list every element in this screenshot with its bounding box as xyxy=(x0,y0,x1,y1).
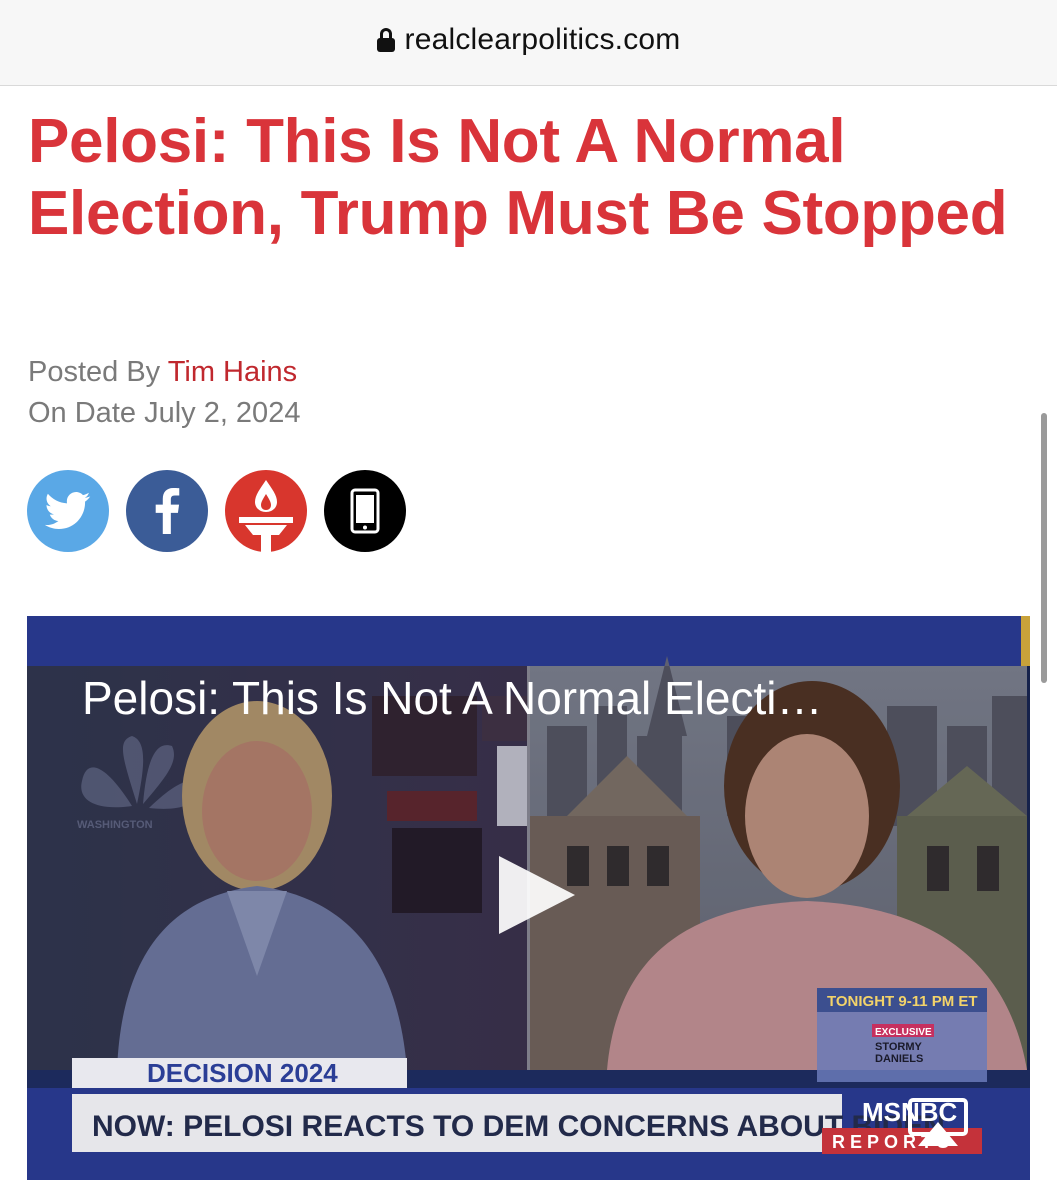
article-headline: Pelosi: This Is Not A Normal Election, T… xyxy=(28,107,1008,248)
posted-by-label: Posted By xyxy=(28,356,161,388)
chyron-headline: NOW: PELOSI REACTS TO DEM CONCERNS ABOUT… xyxy=(92,1110,945,1143)
article-byline: Posted By Tim Hains On Date July 2, 2024 xyxy=(28,352,300,434)
share-facebook-button[interactable] xyxy=(126,470,208,552)
video-frame: WASHINGTON TONIGHT 9-11 PM ET EXCLUSIVE … xyxy=(27,616,1030,1180)
mobile-phone-icon xyxy=(350,488,380,534)
facebook-f-icon xyxy=(155,488,180,534)
browser-address-bar[interactable]: realclearpolitics.com xyxy=(0,0,1057,86)
posted-by-line: Posted By Tim Hains xyxy=(28,352,300,393)
share-mobile-button[interactable] xyxy=(324,470,406,552)
video-title: Pelosi: This Is Not A Normal Electi… xyxy=(82,672,823,724)
promo-badge: EXCLUSIVE xyxy=(875,1027,932,1038)
promo-name-2: DANIELS xyxy=(875,1053,923,1065)
scrollbar-thumb[interactable] xyxy=(1041,413,1047,683)
url-display[interactable]: realclearpolitics.com xyxy=(376,22,681,57)
article-date: July 2, 2024 xyxy=(144,397,301,429)
share-buttons xyxy=(27,470,406,552)
promo-name-1: STORMY xyxy=(875,1041,923,1053)
torch-icon xyxy=(239,480,293,552)
twitter-bird-icon xyxy=(45,492,91,530)
date-label: On Date xyxy=(28,397,136,429)
promo-box: TONIGHT 9-11 PM ET EXCLUSIVE STORMY DANI… xyxy=(817,988,987,1082)
url-text: realclearpolitics.com xyxy=(404,22,681,56)
date-line: On Date July 2, 2024 xyxy=(28,393,300,434)
promo-time: TONIGHT 9-11 PM ET xyxy=(827,993,978,1010)
decision-label: DECISION 2024 xyxy=(147,1058,338,1088)
share-rcp-button[interactable] xyxy=(225,470,307,552)
share-twitter-button[interactable] xyxy=(27,470,109,552)
video-player[interactable]: WASHINGTON TONIGHT 9-11 PM ET EXCLUSIVE … xyxy=(27,616,1030,1180)
lock-icon xyxy=(376,27,395,52)
author-link[interactable]: Tim Hains xyxy=(168,356,297,388)
